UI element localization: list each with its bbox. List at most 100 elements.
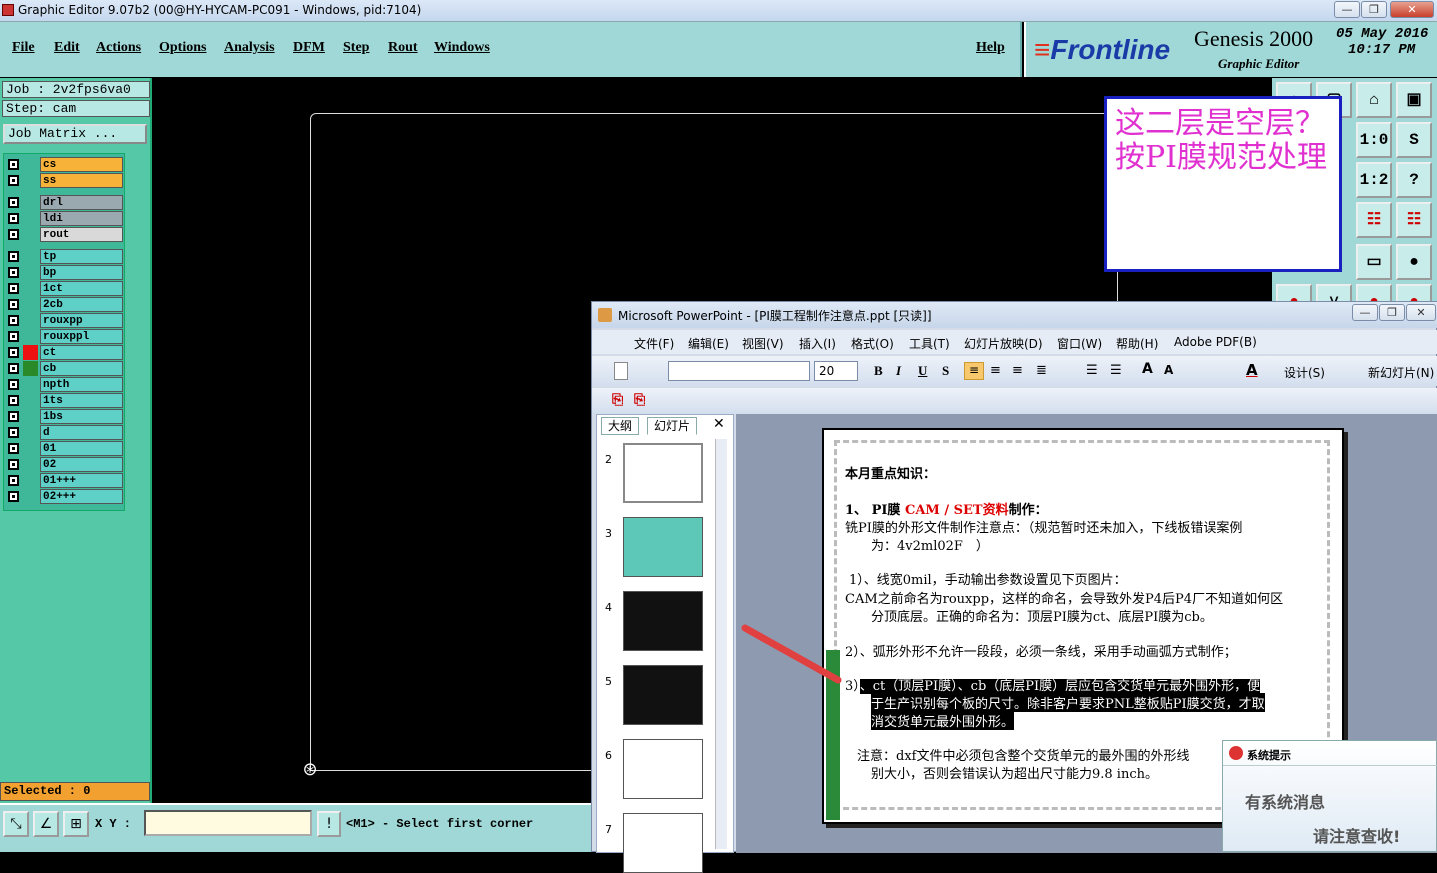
layer-color-swatch[interactable] xyxy=(23,313,38,328)
ppt-maximize-button[interactable]: ❐ xyxy=(1379,304,1405,321)
close-button[interactable]: ✕ xyxy=(1390,1,1434,18)
bullets-icon[interactable]: ☰ xyxy=(1110,363,1122,378)
slide-thumbnail[interactable] xyxy=(623,665,703,725)
layer-color-swatch[interactable] xyxy=(23,457,38,472)
layer-row-19[interactable]: 01+++ xyxy=(6,473,123,488)
menu-options[interactable]: Options xyxy=(159,40,206,56)
layer-color-swatch[interactable] xyxy=(23,281,38,296)
layer-name[interactable]: drl xyxy=(40,195,123,210)
layer-name[interactable]: 1ct xyxy=(40,281,123,296)
layer-name[interactable]: d xyxy=(40,425,123,440)
layer-color-swatch[interactable] xyxy=(23,393,38,408)
slide-thumbnail[interactable] xyxy=(623,517,703,577)
layer-name[interactable]: 1ts xyxy=(40,393,123,408)
layer-checkbox[interactable] xyxy=(8,229,19,240)
shrink-font-icon[interactable]: A xyxy=(1164,363,1173,377)
layer-checkbox[interactable] xyxy=(8,283,19,294)
layer-checkbox[interactable] xyxy=(8,251,19,262)
ppt-menu-item[interactable]: 幻灯片放映(D) xyxy=(964,335,1043,352)
layer-name[interactable]: cs xyxy=(40,157,123,172)
layer-row-10[interactable]: rouxppl xyxy=(6,329,123,344)
layer-checkbox[interactable] xyxy=(8,491,19,502)
layer-checkbox[interactable] xyxy=(8,331,19,342)
layer-row-5[interactable]: tp xyxy=(6,249,123,264)
snap-icon[interactable]: S xyxy=(1396,122,1432,158)
layer-row-8[interactable]: 2cb xyxy=(6,297,123,312)
align-center-icon[interactable]: ≡ xyxy=(990,363,1001,378)
ratio-icon[interactable]: 1:0 xyxy=(1356,122,1392,158)
menu-windows[interactable]: Windows xyxy=(434,40,490,56)
ppt-close-button[interactable]: ✕ xyxy=(1406,304,1436,321)
align-left-icon[interactable]: ≡ xyxy=(964,362,984,380)
layer-row-15[interactable]: 1bs xyxy=(6,409,123,424)
grow-font-icon[interactable]: A xyxy=(1142,361,1153,377)
layer-name[interactable]: ldi xyxy=(40,211,123,226)
layer-checkbox[interactable] xyxy=(8,395,19,406)
ppt-menu-item[interactable]: 文件(F) xyxy=(634,335,674,352)
layer-checkbox[interactable] xyxy=(8,267,19,278)
ppt-minimize-button[interactable]: — xyxy=(1352,304,1378,321)
layer-row-7[interactable]: 1ct xyxy=(6,281,123,296)
layers-red2-icon[interactable]: ☷ xyxy=(1396,202,1432,238)
layer-color-swatch[interactable] xyxy=(23,441,38,456)
layer-color-swatch[interactable] xyxy=(23,409,38,424)
layer-color-swatch[interactable] xyxy=(23,377,38,392)
help-icon[interactable]: ? xyxy=(1396,162,1432,198)
layer-color-swatch[interactable] xyxy=(23,173,38,188)
layer-name[interactable]: 2cb xyxy=(40,297,123,312)
job-matrix-button[interactable]: Job Matrix ... xyxy=(3,124,147,144)
align-right-icon[interactable]: ≡ xyxy=(1012,363,1023,378)
pdf-mail-icon[interactable]: ⎘ xyxy=(634,392,645,408)
minimize-button[interactable]: — xyxy=(1334,1,1360,18)
font-size-select[interactable]: 20 xyxy=(814,361,858,381)
layer-name[interactable]: ct xyxy=(40,345,123,360)
layer-checkbox[interactable] xyxy=(8,315,19,326)
layer-checkbox[interactable] xyxy=(8,363,19,374)
layer-row-11[interactable]: ct xyxy=(6,345,123,360)
menu-edit[interactable]: Edit xyxy=(54,40,80,56)
layer-color-swatch[interactable] xyxy=(23,195,38,210)
layer-checkbox[interactable] xyxy=(8,459,19,470)
menu-file[interactable]: File xyxy=(12,40,35,56)
layer-row-6[interactable]: bp xyxy=(6,265,123,280)
xy-input[interactable] xyxy=(144,810,312,836)
layer-name[interactable]: 01 xyxy=(40,441,123,456)
shadow-button[interactable]: S xyxy=(942,363,949,379)
maximize-button[interactable]: ❐ xyxy=(1361,1,1387,18)
layer-checkbox[interactable] xyxy=(8,427,19,438)
layer-color-swatch[interactable] xyxy=(23,473,38,488)
layer-checkbox[interactable] xyxy=(8,213,19,224)
new-slide-button[interactable]: 新幻灯片(N) xyxy=(1368,364,1434,381)
layer-row-3[interactable]: ldi xyxy=(6,211,123,226)
layer-name[interactable]: 02+++ xyxy=(40,489,123,504)
italic-button[interactable]: I xyxy=(896,363,901,379)
numbering-icon[interactable]: ☰ xyxy=(1086,363,1098,378)
layer-checkbox[interactable] xyxy=(8,197,19,208)
layer-checkbox[interactable] xyxy=(8,443,19,454)
layer-row-18[interactable]: 02 xyxy=(6,457,123,472)
layer-checkbox[interactable] xyxy=(8,475,19,486)
ppt-menu-item[interactable]: 帮助(H) xyxy=(1116,335,1158,352)
layer-row-0[interactable]: cs xyxy=(6,157,123,172)
layer-color-swatch[interactable] xyxy=(23,265,38,280)
ruler-icon[interactable]: ▭ xyxy=(1356,244,1392,280)
close-pane-icon[interactable]: ✕ xyxy=(713,416,725,432)
menu-dfm[interactable]: DFM xyxy=(293,40,325,56)
menu-analysis[interactable]: Analysis xyxy=(224,40,275,56)
ppt-menu-item[interactable]: 工具(T) xyxy=(909,335,950,352)
tab-slides[interactable]: 幻灯片 xyxy=(647,417,698,435)
menu-help[interactable]: Help xyxy=(976,40,1005,56)
layer-checkbox[interactable] xyxy=(8,347,19,358)
font-select[interactable] xyxy=(668,361,810,381)
measure-icon[interactable]: ∠ xyxy=(33,811,59,837)
layer-row-16[interactable]: d xyxy=(6,425,123,440)
ppt-menu-item[interactable]: 窗口(W) xyxy=(1057,335,1102,352)
layer-name[interactable]: rouxpp xyxy=(40,313,123,328)
layer-color-swatch[interactable] xyxy=(23,211,38,226)
slide-thumbnail[interactable] xyxy=(623,739,703,799)
layer-row-4[interactable]: rout xyxy=(6,227,123,242)
layer-name[interactable]: 02 xyxy=(40,457,123,472)
layer-row-20[interactable]: 02+++ xyxy=(6,489,123,504)
bold-button[interactable]: B xyxy=(874,363,883,379)
layer-color-swatch[interactable] xyxy=(23,361,38,376)
